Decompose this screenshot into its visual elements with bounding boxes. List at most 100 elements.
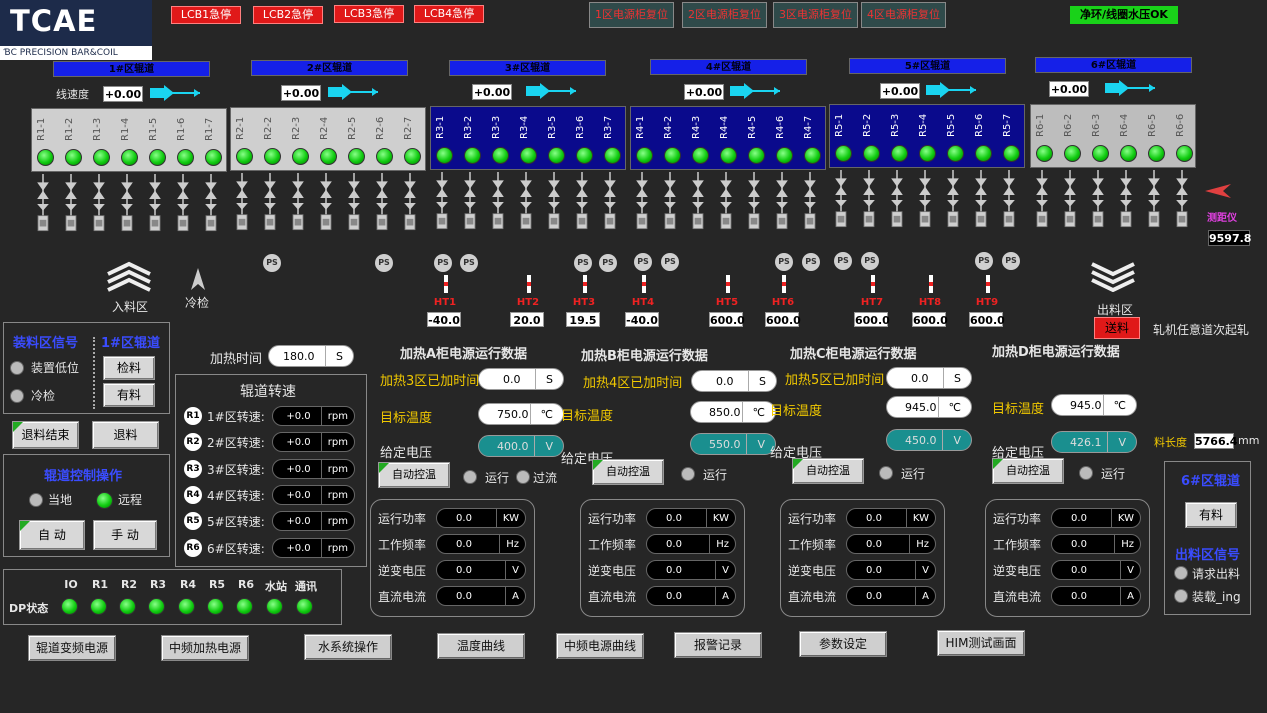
roller-status-led: [804, 147, 821, 164]
reset-cabinet-4[interactable]: 4区电源柜复位: [861, 2, 946, 28]
retreat-button[interactable]: 退料: [92, 421, 159, 449]
lcb4-estop[interactable]: LCB4急停: [414, 5, 484, 23]
cabinet-title: 加热B柜电源运行数据: [581, 349, 708, 364]
heater-label: HT9: [975, 297, 999, 308]
auto-temp-control-button[interactable]: 自动控温: [592, 459, 664, 485]
zone6-has-material-button[interactable]: 有料: [1185, 502, 1237, 528]
entry-chevron-icon: [104, 260, 154, 295]
auto-temp-control-button[interactable]: 自动控温: [378, 462, 450, 488]
auto-temp-control-button[interactable]: 自动控温: [992, 458, 1064, 484]
roller-speed-label: 2#区转速:: [207, 436, 265, 451]
zone5-header[interactable]: 5#区辊道: [849, 58, 1006, 74]
material-length-label: 料长度: [1154, 436, 1187, 449]
pressure-switch: PS: [263, 254, 281, 272]
inspect-button[interactable]: 检料: [103, 356, 155, 380]
local-radio[interactable]: [29, 493, 43, 507]
roller-valve-icon: [947, 170, 959, 228]
roller-label: R3-5: [547, 115, 558, 139]
zone3-speed: +0.00: [472, 84, 512, 100]
auto-button[interactable]: 自 动: [19, 520, 85, 550]
thermocouple-icon: [782, 275, 786, 293]
retreat-end-button[interactable]: 退料结束: [12, 421, 79, 449]
has-material-button[interactable]: 有料: [103, 383, 155, 407]
target-temp-label: 目标温度: [992, 402, 1045, 417]
reset-cabinet-2[interactable]: 2区电源柜复位: [682, 2, 767, 28]
set-voltage-value: 450.0 V: [886, 429, 972, 451]
roller-status-led: [65, 149, 82, 166]
heat-elapsed-label: 加热4区已加时间: [583, 376, 683, 391]
nav-mf-heating[interactable]: 中频加热电源: [161, 635, 249, 661]
heater-label: HT2: [516, 297, 540, 308]
run-data-value: 0.0 Hz: [646, 534, 736, 554]
set-voltage-value: 426.1 V: [1051, 431, 1137, 453]
pressure-switch: PS: [834, 252, 852, 270]
roller-status-led: [1003, 145, 1020, 162]
dp-item-label: R4: [179, 578, 197, 591]
material-length-value: 5766.4: [1194, 433, 1238, 449]
roller-label: R1-7: [204, 117, 215, 141]
roller-status-led: [636, 147, 653, 164]
zone3-header[interactable]: 3#区辊道: [449, 60, 606, 76]
heater-temp: -40.0: [427, 312, 461, 327]
lcb1-estop[interactable]: LCB1急停: [171, 6, 241, 24]
cold-check-icon: [191, 268, 205, 297]
heater-label: HT4: [631, 297, 655, 308]
roller-valve-icon: [121, 174, 133, 232]
cold-check-signal-label: 冷检: [31, 389, 56, 403]
roller-valve-icon: [464, 172, 476, 230]
reset-cabinet-1[interactable]: 1区电源柜复位: [589, 2, 674, 28]
heat-elapsed-label: 加热3区已加时间: [380, 374, 480, 389]
heater-label: HT6: [771, 297, 795, 308]
nav-roller-vfd[interactable]: 辊道变频电源: [28, 635, 116, 661]
dp-item-label: 水站: [265, 580, 287, 593]
roller-status-led: [604, 147, 621, 164]
cabinet-title: 加热C柜电源运行数据: [790, 347, 917, 362]
manual-button[interactable]: 手 动: [93, 520, 157, 550]
dp-status-led: [90, 598, 107, 615]
thermocouple-icon: [444, 275, 448, 293]
lcb2-estop[interactable]: LCB2急停: [253, 6, 323, 24]
heater-temp: 600.0: [765, 312, 801, 327]
zone2-header[interactable]: 2#区辊道: [251, 60, 408, 76]
nav-alarm-log[interactable]: 报警记录: [674, 632, 762, 658]
remote-radio[interactable]: [96, 492, 113, 509]
send-material-button[interactable]: 送料: [1094, 317, 1140, 339]
heat-elapsed-value: 0.0 S: [478, 368, 564, 390]
loading-signal-panel: 装料区信号 1#区辊道 装置低位 冷检 检料 有料: [3, 322, 170, 414]
pressure-switch: PS: [802, 253, 820, 271]
roller-speed-label: 6#区转速:: [207, 541, 265, 556]
lcb3-estop[interactable]: LCB3急停: [334, 5, 404, 23]
request-exit-label: 请求出料: [1192, 567, 1241, 581]
roller-label: R5-5: [946, 113, 957, 137]
roller-label: R1-4: [120, 117, 131, 141]
roller-status-led: [37, 149, 54, 166]
zone1-header[interactable]: 1#区辊道: [53, 61, 210, 77]
nav-parameters[interactable]: 参数设定: [799, 631, 887, 657]
thermocouple-icon: [929, 275, 933, 293]
dp-status-led: [178, 598, 195, 615]
roller-valve-icon: [205, 174, 217, 232]
run-data-value: 0.0 A: [846, 586, 936, 606]
heater-temp: 20.0: [510, 312, 544, 327]
heater-label: HT8: [918, 297, 942, 308]
nav-temp-curve[interactable]: 温度曲线: [437, 633, 525, 659]
direction-arrow-icon: [328, 84, 380, 103]
nav-mf-curve[interactable]: 中频电源曲线: [556, 633, 644, 659]
zone4-header[interactable]: 4#区辊道: [650, 59, 807, 75]
pressure-switch: PS: [634, 253, 652, 271]
auto-temp-control-button[interactable]: 自动控温: [792, 458, 864, 484]
nav-him-test[interactable]: HIM测试画面: [937, 630, 1025, 656]
loading-ing-label: 装载_ing: [1192, 590, 1241, 604]
nav-water-system[interactable]: 水系统操作: [304, 634, 392, 660]
pressure-switch: PS: [574, 254, 592, 272]
roller-label: R1-3: [92, 117, 103, 141]
roller-valve-icon: [376, 173, 388, 231]
roller-label: R3-7: [603, 115, 614, 139]
zone6-header[interactable]: 6#区辊道: [1035, 57, 1192, 73]
direction-arrow-icon: [1105, 80, 1157, 99]
roller-speed-value: +0.0 rpm: [272, 511, 355, 532]
roller-status-led: [1176, 145, 1193, 162]
target-temp-value: 945.0 ℃: [1051, 394, 1137, 416]
target-temp-label: 目标温度: [380, 411, 433, 426]
reset-cabinet-3[interactable]: 3区电源柜复位: [773, 2, 858, 28]
